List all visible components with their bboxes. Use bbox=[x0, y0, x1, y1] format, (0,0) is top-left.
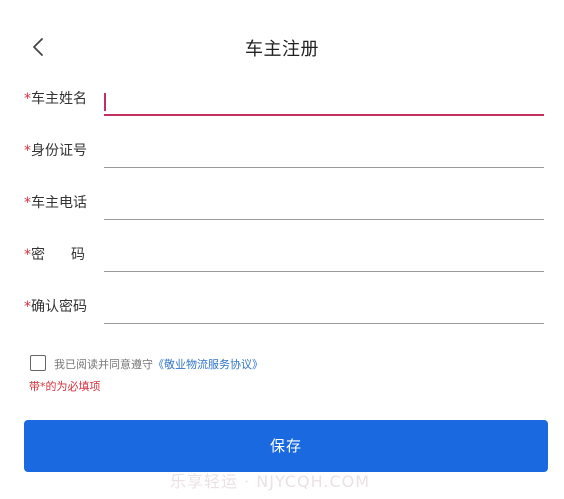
watermark: 乐享轻运 · NJYCQH.COM bbox=[170, 472, 371, 491]
header-bar: 车主注册 bbox=[0, 26, 564, 70]
agreement-text: 我已阅读并同意遵守《敬业物流服务协议》 bbox=[54, 358, 263, 371]
confirm-password-label: *确认密码 bbox=[24, 299, 87, 315]
required-note: 带*的为必填项 bbox=[29, 380, 101, 393]
owner-phone-row: *车主电话 bbox=[0, 182, 564, 222]
password-label: *密码 bbox=[24, 247, 85, 263]
registration-page: 车主注册 *车主姓名 *身份证号 *车主电话 *密码 *确认密码 我已阅读并同意… bbox=[0, 0, 564, 499]
required-star: * bbox=[24, 91, 31, 107]
password-underline bbox=[104, 271, 544, 272]
owner-name-label: *车主姓名 bbox=[24, 91, 87, 107]
required-star: * bbox=[24, 195, 31, 211]
agreement-checkbox[interactable] bbox=[30, 355, 46, 371]
confirm-password-input[interactable] bbox=[104, 292, 548, 320]
password-input[interactable] bbox=[104, 240, 548, 268]
owner-name-underline bbox=[104, 114, 544, 116]
required-star: * bbox=[24, 143, 31, 159]
owner-phone-underline bbox=[104, 219, 544, 220]
owner-name-row: *车主姓名 bbox=[0, 78, 564, 118]
text-cursor bbox=[104, 93, 106, 111]
id-number-input[interactable] bbox=[104, 136, 548, 164]
page-title: 车主注册 bbox=[245, 39, 319, 60]
confirm-password-row: *确认密码 bbox=[0, 286, 564, 326]
agreement-row: 我已阅读并同意遵守《敬业物流服务协议》 bbox=[30, 355, 530, 375]
password-row: *密码 bbox=[0, 234, 564, 274]
agreement-link[interactable]: 《敬业物流服务协议》 bbox=[153, 358, 263, 371]
id-number-label: *身份证号 bbox=[24, 143, 87, 159]
id-number-underline bbox=[104, 167, 544, 168]
confirm-password-underline bbox=[104, 323, 544, 324]
owner-name-input[interactable] bbox=[104, 84, 548, 112]
required-star: * bbox=[24, 299, 31, 315]
id-number-row: *身份证号 bbox=[0, 130, 564, 170]
required-star: * bbox=[24, 247, 31, 263]
save-button[interactable]: 保存 bbox=[24, 420, 548, 472]
owner-phone-input[interactable] bbox=[104, 188, 548, 216]
owner-phone-label: *车主电话 bbox=[24, 195, 87, 211]
